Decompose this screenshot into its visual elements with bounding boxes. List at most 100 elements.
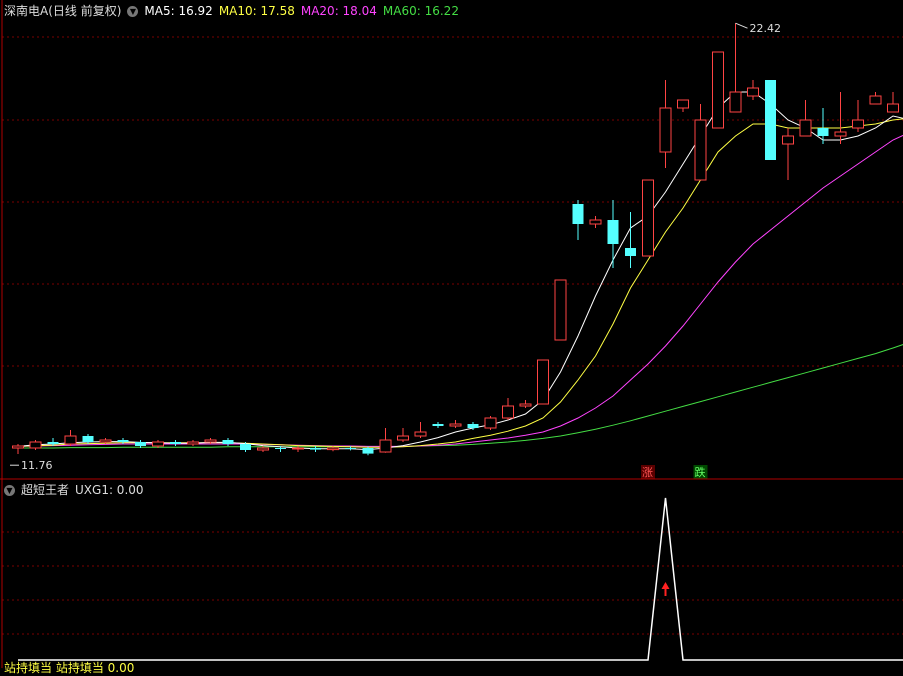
candle-body	[380, 440, 391, 452]
candle[interactable]	[818, 108, 829, 144]
candle-body	[870, 96, 881, 104]
candle-body	[485, 418, 496, 428]
candle-body	[153, 442, 164, 446]
candle[interactable]	[398, 428, 409, 442]
ma5-label: MA5: 16.92	[144, 4, 212, 18]
candle[interactable]	[608, 200, 619, 268]
candle-body	[625, 248, 636, 256]
candle-body	[888, 104, 899, 112]
buy-arrow-head	[662, 582, 670, 589]
candle[interactable]	[380, 428, 391, 453]
candle[interactable]	[888, 92, 899, 112]
candle-body	[503, 406, 514, 418]
candle-body	[100, 440, 111, 442]
ma60-label: MA60: 16.22	[383, 4, 459, 18]
candle-body	[538, 360, 549, 404]
candle[interactable]	[170, 440, 181, 446]
candle-body	[310, 448, 321, 450]
candle-body	[398, 436, 409, 440]
candle[interactable]	[363, 446, 374, 455]
candle-body	[118, 440, 129, 442]
indicator-bottom-label: 站持填当 站持填当 0.00	[4, 660, 140, 676]
indicator-header: ▼超短王者UXG1: 0.00	[4, 482, 150, 498]
candle-body	[835, 132, 846, 136]
candle[interactable]	[538, 360, 549, 404]
candle[interactable]	[678, 100, 689, 112]
candle-body	[415, 432, 426, 436]
candle[interactable]	[853, 100, 864, 132]
candle-body	[328, 448, 339, 450]
high-marker-label: 22.42	[750, 22, 782, 35]
candles-layer[interactable]	[13, 23, 903, 455]
chart-canvas: 22.42 11.76 涨 跌	[0, 0, 903, 668]
candle[interactable]	[748, 80, 759, 100]
low-marker-label: 11.76	[21, 459, 53, 472]
candle-body	[608, 220, 619, 244]
ma20-layer	[18, 120, 903, 446]
candle-body	[800, 120, 811, 136]
candle[interactable]	[643, 180, 654, 256]
candle[interactable]	[800, 100, 811, 136]
indicator-line	[18, 498, 903, 660]
candle[interactable]	[765, 80, 776, 160]
candle-body	[643, 180, 654, 256]
candle[interactable]	[590, 216, 601, 228]
signal-up-label: 涨	[642, 466, 653, 479]
candle[interactable]	[730, 23, 741, 112]
ma60-line	[18, 312, 903, 448]
candle-body	[590, 220, 601, 224]
candle[interactable]	[783, 128, 794, 180]
ma10-layer	[18, 118, 903, 447]
candle[interactable]	[695, 104, 706, 180]
candle-body	[713, 52, 724, 128]
candle-body	[748, 88, 759, 96]
candle[interactable]	[30, 440, 41, 450]
candle-body	[573, 204, 584, 224]
candle[interactable]	[660, 80, 671, 168]
ma20-line	[18, 120, 903, 446]
candle-body	[223, 440, 234, 444]
candle-body	[660, 108, 671, 152]
candle-body	[433, 424, 444, 426]
candle[interactable]	[870, 92, 881, 104]
chevron-down-icon[interactable]: ▼	[127, 6, 138, 17]
candle[interactable]	[433, 422, 444, 428]
candle[interactable]	[625, 212, 636, 268]
candle-body	[170, 442, 181, 444]
candle[interactable]	[520, 400, 531, 408]
candle[interactable]	[485, 416, 496, 430]
candle[interactable]	[188, 440, 199, 446]
candle[interactable]	[713, 52, 724, 128]
candle[interactable]	[415, 422, 426, 438]
candle-body	[555, 280, 566, 340]
candle-body	[135, 442, 146, 446]
candle-body	[678, 100, 689, 108]
candle-body	[65, 436, 76, 444]
candle-body	[468, 424, 479, 428]
candle-body	[765, 80, 776, 160]
candle[interactable]	[65, 430, 76, 446]
ma20-label: MA20: 18.04	[301, 4, 377, 18]
candle[interactable]	[450, 420, 461, 428]
chevron-down-icon[interactable]: ▼	[4, 485, 15, 496]
candle-body	[818, 128, 829, 136]
ma10-label: MA10: 17.58	[219, 4, 295, 18]
main-header: 深南电A(日线 前复权)▼MA5: 16.92MA10: 17.58MA20: …	[4, 3, 465, 19]
candle-body	[30, 442, 41, 448]
candle-body	[695, 120, 706, 180]
candle[interactable]	[555, 280, 566, 340]
candle[interactable]	[13, 444, 24, 454]
indicator-bottom-text: 站持填当 站持填当 0.00	[4, 661, 134, 675]
candle-body	[275, 448, 286, 449]
candle-body	[13, 446, 24, 448]
indicator-value: UXG1: 0.00	[75, 483, 144, 497]
candle-body	[730, 92, 741, 112]
buy-arrow-icon	[662, 582, 670, 596]
candle-body	[83, 436, 94, 442]
candle[interactable]	[223, 438, 234, 446]
candle-body	[205, 440, 216, 442]
candle[interactable]	[573, 200, 584, 240]
candle[interactable]	[503, 398, 514, 420]
candle-body	[363, 448, 374, 454]
candle[interactable]	[835, 92, 846, 144]
